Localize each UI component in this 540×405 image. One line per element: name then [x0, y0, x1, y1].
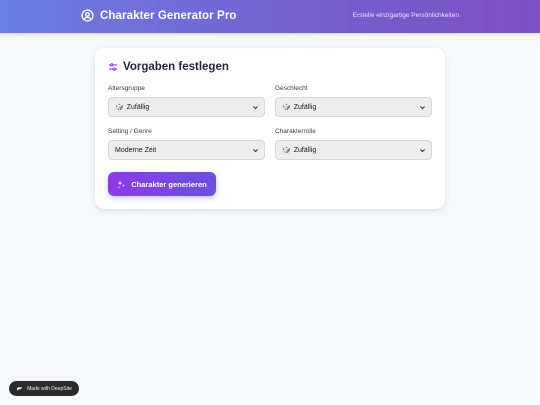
setting-genre-value: Moderne Zeit — [115, 146, 157, 154]
age-group-value: Zufällig — [126, 103, 150, 111]
header-tagline: Erstelle einzigartige Persönlichkeiten — [352, 12, 459, 19]
settings-card: Vorgaben festlegen Altersgruppe 🎲 Zufäll… — [95, 48, 445, 209]
age-group-field: Altersgruppe 🎲 Zufällig — [108, 85, 265, 117]
gender-label: Geschlecht — [275, 85, 308, 92]
generate-button-label: Charakter generieren — [131, 179, 207, 189]
character-role-value: Zufällig — [293, 146, 317, 154]
app-header: Charakter Generator Pro Erstelle einziga… — [0, 0, 540, 33]
dice-icon: 🎲 — [282, 104, 291, 111]
generate-character-button[interactable]: Charakter generieren — [108, 172, 216, 196]
age-group-select[interactable]: 🎲 Zufällig — [108, 97, 265, 117]
gender-field: Geschlecht 🎲 Zufällig — [275, 85, 432, 117]
gender-select[interactable]: 🎲 Zufällig — [275, 97, 432, 117]
age-group-label: Altersgruppe — [108, 85, 145, 92]
character-role-label: Charakterrolle — [275, 128, 316, 135]
magic-wand-icon — [118, 180, 125, 188]
dice-icon: 🎲 — [282, 147, 291, 154]
card-heading: Vorgaben festlegen — [108, 61, 229, 73]
character-role-field: Charakterrolle 🎲 Zufällig — [275, 128, 432, 160]
setting-genre-label: Setting / Genre — [108, 128, 152, 135]
deepsite-logo-icon — [17, 386, 23, 391]
chevron-down-icon — [253, 106, 258, 110]
card-title: Vorgaben festlegen — [123, 61, 229, 73]
setting-genre-field: Setting / Genre Moderne Zeit — [108, 128, 265, 160]
chevron-down-icon — [420, 106, 425, 110]
chevron-down-icon — [420, 149, 425, 153]
made-with-deepsite-badge[interactable]: Made with DeepSite — [9, 381, 79, 396]
brand: Charakter Generator Pro — [81, 9, 237, 22]
chevron-down-icon — [253, 149, 258, 153]
dice-icon: 🎲 — [115, 104, 124, 111]
setting-genre-select[interactable]: Moderne Zeit — [108, 140, 265, 160]
app-title: Charakter Generator Pro — [100, 9, 237, 22]
character-role-select[interactable]: 🎲 Zufällig — [275, 140, 432, 160]
user-circle-icon — [81, 9, 94, 22]
badge-label: Made with DeepSite — [27, 385, 72, 392]
gender-value: Zufällig — [293, 103, 317, 111]
sliders-icon — [108, 63, 118, 71]
